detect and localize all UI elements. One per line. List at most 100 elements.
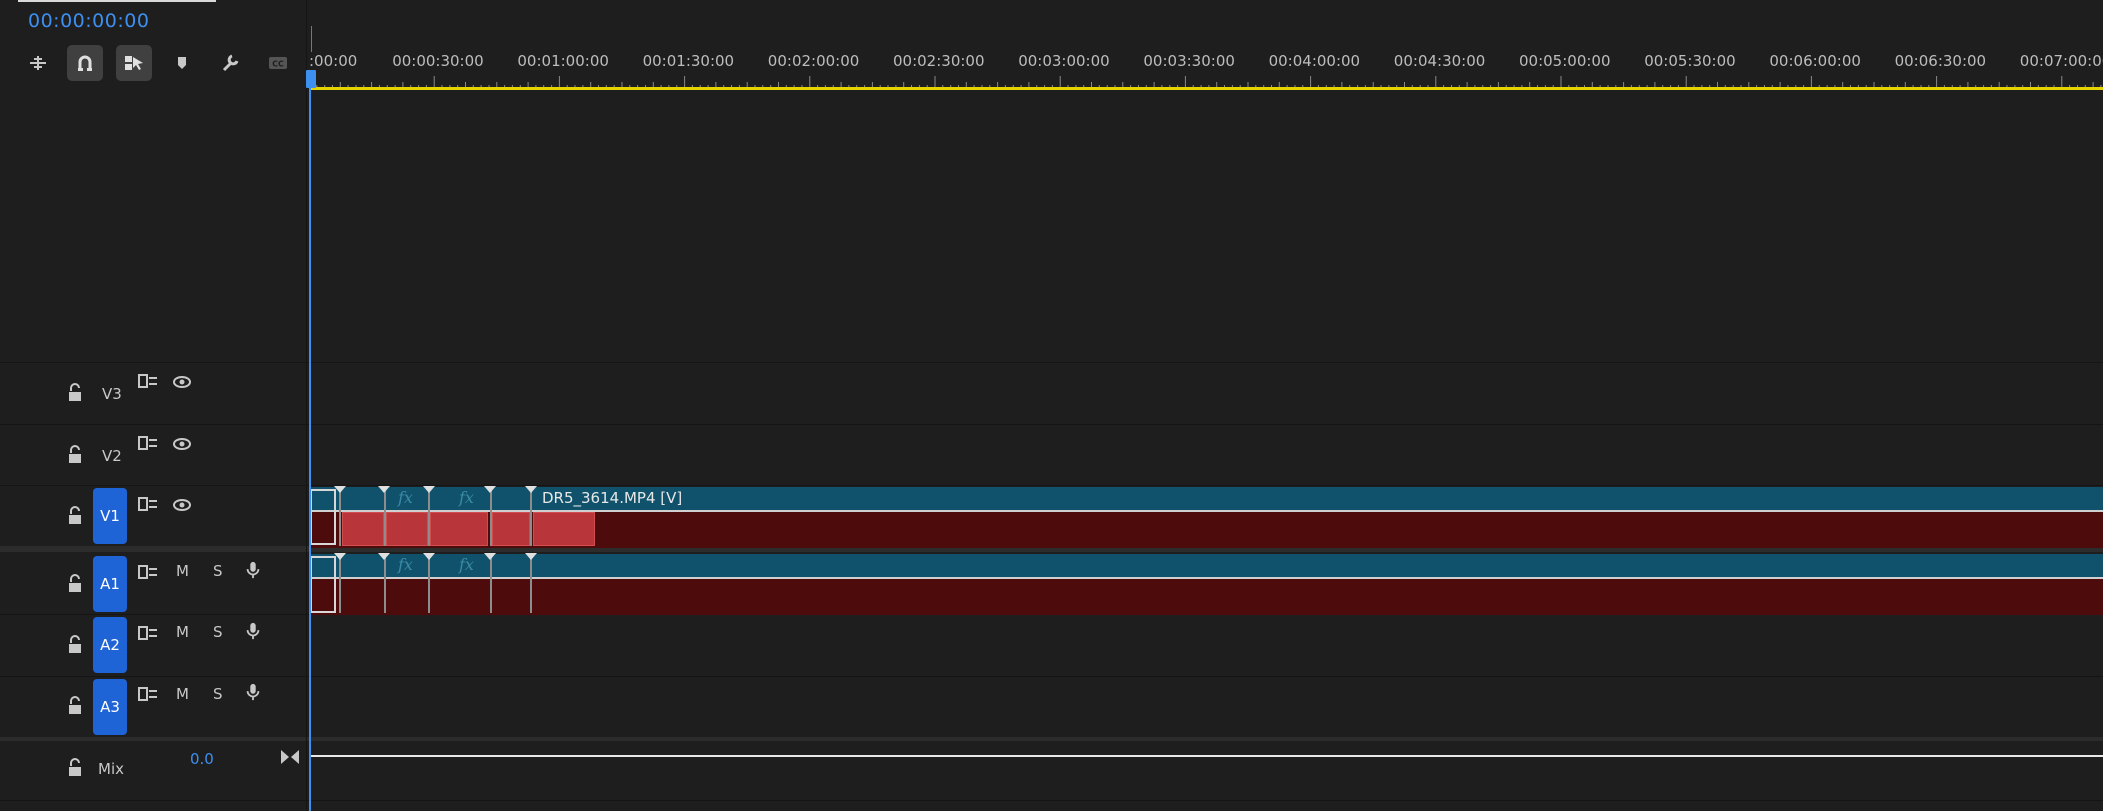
clip-thumbnail [533,512,595,546]
clip-marker[interactable] [525,553,537,560]
track-row-v1 [0,485,2103,486]
edit-point[interactable] [339,487,341,546]
add-marker-icon[interactable] [164,45,200,81]
lock-icon[interactable] [66,758,84,778]
ruler-origin-line [311,26,312,52]
microphone-icon[interactable] [243,683,263,701]
ruler-time-label: 00:01:00:00 [517,52,609,70]
clip-marker[interactable] [378,553,390,560]
captions-icon[interactable]: CC [260,45,296,81]
eye-icon[interactable] [172,435,192,453]
ruler-time-label: 00:02:30:00 [893,52,985,70]
ruler-time-label: 00:06:30:00 [1894,52,1987,70]
sync-lock-icon[interactable] [138,624,158,642]
clip-marker[interactable] [484,486,496,493]
track-label-v3: V3 [102,385,122,403]
sync-lock-icon[interactable] [138,434,158,452]
timeline-settings-icon[interactable] [212,45,248,81]
lock-icon[interactable] [66,574,84,594]
lock-icon[interactable] [66,445,84,465]
clip-marker[interactable] [334,486,346,493]
track-label-v2: V2 [102,447,122,465]
linked-selection-icon[interactable] [116,45,152,81]
edit-point[interactable] [428,487,430,546]
edit-point[interactable] [490,487,492,546]
clip-marker[interactable] [484,553,496,560]
lock-icon[interactable] [66,635,84,655]
clip-marker[interactable] [334,553,346,560]
edit-point[interactable] [530,554,532,613]
ruler-time-label: 00:01:30:00 [642,52,735,70]
clip-a1-body[interactable] [309,577,2103,615]
ruler-time-label: 00:02:00:00 [767,52,860,70]
track-row-v2 [0,424,2103,425]
selected-clip-outline[interactable] [310,489,336,545]
mix-track-level-line[interactable] [309,755,2103,757]
track-label-mix: Mix [98,760,124,778]
ruler-time-label: 00:05:00:00 [1519,52,1611,70]
ruler-time-label: 00:00:30:00 [392,52,484,70]
track-target-a3[interactable]: A3 [93,679,127,735]
edit-point[interactable] [384,487,386,546]
track-target-a2[interactable]: A2 [93,617,127,673]
ruler-time-label: :00:00 [309,52,358,70]
lock-icon[interactable] [66,383,84,403]
go-to-edit-point-icon[interactable] [280,749,300,765]
clip-thumbnail [342,512,384,546]
clip-marker[interactable] [525,486,537,493]
edit-point[interactable] [384,554,386,613]
sync-lock-icon[interactable] [138,563,158,581]
ruler-time-label: 00:03:30:00 [1143,52,1235,70]
fx-badge[interactable]: fx [398,488,413,507]
mute-button-a3[interactable]: M [176,685,189,703]
track-header-divider [306,0,307,811]
clip-marker[interactable] [378,486,390,493]
solo-button-a2[interactable]: S [213,623,223,641]
clip-marker[interactable] [423,486,435,493]
eye-icon[interactable] [172,373,192,391]
ruler-time-label: 00:05:30:00 [1644,52,1736,70]
work-area-bar[interactable] [309,87,2103,90]
mute-button-a1[interactable]: M [176,562,189,580]
clip-thumbnail [430,512,488,546]
sync-lock-icon[interactable] [138,685,158,703]
sync-lock-icon[interactable] [138,495,158,513]
fx-badge[interactable]: fx [459,555,474,574]
insert-nest-icon[interactable] [20,45,56,81]
solo-button-a1[interactable]: S [213,562,223,580]
ruler-time-label: 00:04:00:00 [1268,52,1361,70]
mix-volume-value[interactable]: 0.0 [190,750,214,768]
track-row-v3 [0,362,2103,363]
eye-icon[interactable] [172,496,192,514]
ruler-time-label: 00:03:00:00 [1018,52,1110,70]
mix-divider [0,737,2103,741]
sync-lock-icon[interactable] [138,372,158,390]
edit-point[interactable] [339,554,341,613]
playhead-timecode[interactable]: 00:00:00:00 [28,10,149,32]
mute-button-a2[interactable]: M [176,623,189,641]
track-target-v1[interactable]: V1 [93,488,127,544]
ruler-time-label: 00:06:00:00 [1769,52,1861,70]
lock-icon[interactable] [66,506,84,526]
microphone-icon[interactable] [243,622,263,640]
clip-marker[interactable] [423,553,435,560]
edit-point[interactable] [490,554,492,613]
snap-icon[interactable] [67,45,103,81]
edit-point[interactable] [428,554,430,613]
selected-clip-outline[interactable] [310,556,336,613]
solo-button-a3[interactable]: S [213,685,223,703]
fx-badge[interactable]: fx [459,488,474,507]
ruler-time-label: 00:04:30:00 [1393,52,1486,70]
playhead-line[interactable] [309,70,311,811]
clip-a1-header[interactable] [309,554,2103,577]
lock-icon[interactable] [66,696,84,716]
time-ruler[interactable]: :00:00 00:00:30:00 00:01:00:00 00:01:30:00 0… [309,52,2103,90]
panel-tab-underline [18,0,216,2]
clip-v1-name: DR5_3614.MP4 [V] [542,489,683,507]
playhead-handle[interactable] [306,70,316,88]
fx-badge[interactable]: fx [398,555,413,574]
clip-thumbnail [492,512,530,546]
edit-point[interactable] [530,487,532,546]
track-target-a1[interactable]: A1 [93,556,127,612]
microphone-icon[interactable] [243,561,263,579]
